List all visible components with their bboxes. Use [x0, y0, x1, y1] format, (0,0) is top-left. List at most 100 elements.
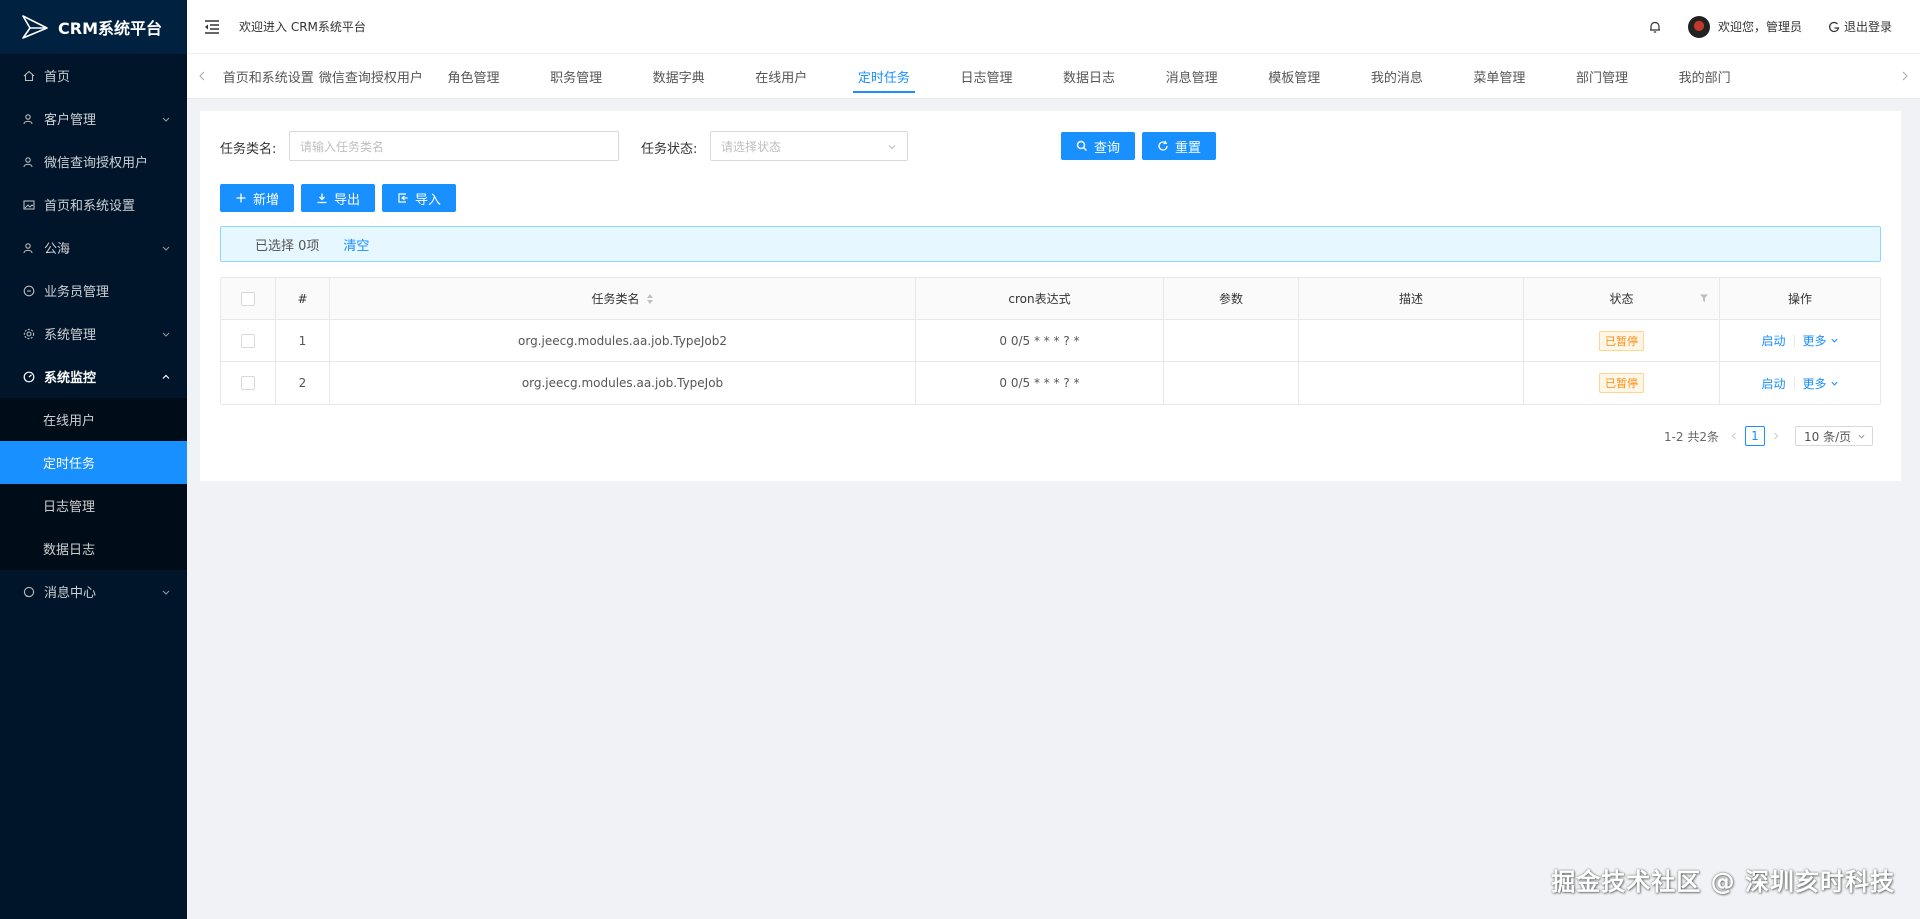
- tab-scroll-right[interactable]: [1890, 54, 1920, 99]
- row-select-cell: [221, 362, 276, 404]
- sidebar-item-system[interactable]: 系统管理: [0, 312, 187, 355]
- tab-item[interactable]: 首页和系统设置: [217, 54, 320, 99]
- tab-item[interactable]: 职务管理: [525, 54, 628, 99]
- content-card: 任务类名: 请输入任务类名 任务状态: 请选择状态 查询 重置 新增 导出 导入…: [200, 111, 1901, 481]
- watermark: 掘金技术社区 @ 深圳亥时科技: [1551, 868, 1895, 896]
- import-button[interactable]: 导入: [382, 184, 456, 212]
- row-params: [1164, 320, 1299, 361]
- col-header-params: 参数: [1164, 278, 1299, 319]
- row-actions: 启动 更多: [1720, 320, 1880, 361]
- row-status-cell: 已暂停: [1524, 320, 1720, 361]
- sidebar-item-label: 日志管理: [43, 500, 96, 515]
- logo-icon: [22, 15, 48, 39]
- col-header-label: 任务类名: [591, 292, 640, 306]
- col-header-label: 状态: [1609, 292, 1634, 306]
- task-name-input[interactable]: 请输入任务类名: [289, 131, 619, 161]
- filter-icon[interactable]: [1699, 293, 1709, 303]
- start-link[interactable]: 启动: [1761, 375, 1785, 392]
- row-select-cell: [221, 320, 276, 361]
- tab-item[interactable]: 菜单管理: [1448, 54, 1551, 99]
- clock-icon: [22, 284, 36, 298]
- sidebar-item-data-log[interactable]: 数据日志: [0, 527, 187, 570]
- tab-item[interactable]: 微信查询授权用户: [319, 54, 423, 99]
- chevron-down-icon: [1830, 338, 1838, 343]
- table-row: 1 org.jeecg.modules.aa.job.TypeJob2 0 0/5 …: [221, 320, 1880, 362]
- prev-page-icon[interactable]: [1729, 431, 1739, 441]
- tab-item[interactable]: 在线用户: [730, 54, 833, 99]
- sidebar-item-wechat-users[interactable]: 微信查询授权用户: [0, 140, 187, 183]
- row-index: 1: [276, 320, 330, 361]
- chevron-down-icon: [162, 590, 170, 595]
- sort-icon[interactable]: [646, 293, 654, 305]
- more-label: 更多: [1802, 376, 1827, 391]
- tab-item[interactable]: 我的部门: [1653, 54, 1756, 99]
- page-size-select[interactable]: 10 条/页: [1795, 426, 1873, 446]
- sidebar: CRM系统平台 首页 客户管理 微信查询授权用户 首页和系统设置 公海 业务员管…: [0, 0, 187, 919]
- chevron-down-icon: [162, 332, 170, 337]
- tab-item[interactable]: 日志管理: [935, 54, 1038, 99]
- tab-scroll-left[interactable]: [187, 54, 217, 99]
- reset-button[interactable]: 重置: [1142, 132, 1216, 160]
- clear-selection-link[interactable]: 清空: [343, 235, 369, 254]
- tab-item[interactable]: 我的消息: [1346, 54, 1449, 99]
- tab-item[interactable]: 定时任务: [833, 54, 936, 99]
- query-button[interactable]: 查询: [1061, 132, 1135, 160]
- tab-item[interactable]: 模板管理: [1243, 54, 1346, 99]
- action-divider: [1793, 334, 1795, 347]
- row-actions: 启动 更多: [1720, 362, 1880, 404]
- select-all-checkbox[interactable]: [241, 291, 255, 306]
- more-dropdown[interactable]: 更多: [1803, 332, 1839, 349]
- sidebar-item-salesman[interactable]: 业务员管理: [0, 269, 187, 312]
- task-status-select[interactable]: 请选择状态: [710, 131, 908, 161]
- row-checkbox[interactable]: [241, 376, 255, 390]
- status-badge: 已暂停: [1599, 373, 1644, 393]
- row-status-cell: 已暂停: [1524, 362, 1720, 404]
- sidebar-item-message-center[interactable]: 消息中心: [0, 570, 187, 613]
- sidebar-item-label: 在线用户: [43, 414, 96, 429]
- page-number-1[interactable]: 1: [1745, 426, 1765, 446]
- gear-icon: [22, 327, 36, 341]
- task-name-label: 任务类名:: [220, 142, 277, 157]
- logout-button[interactable]: 退出登录: [1828, 18, 1892, 35]
- header-right: 欢迎您，管理员 退出登录: [1648, 15, 1920, 38]
- sidebar-item-label: 公海: [44, 242, 71, 257]
- more-dropdown[interactable]: 更多: [1803, 375, 1839, 392]
- row-class-name: org.jeecg.modules.aa.job.TypeJob2: [330, 320, 916, 361]
- export-button[interactable]: 导出: [301, 184, 375, 212]
- bell-icon[interactable]: [1648, 20, 1662, 34]
- col-header-actions: 操作: [1787, 292, 1812, 306]
- row-desc: [1299, 320, 1524, 361]
- tab-item[interactable]: 数据字典: [627, 54, 730, 99]
- sidebar-item-home-settings[interactable]: 首页和系统设置: [0, 183, 187, 226]
- pagination-total: 1-2 共2条: [1663, 429, 1719, 444]
- chevron-down-icon: [888, 145, 896, 150]
- next-page-icon[interactable]: [1771, 431, 1781, 441]
- sidebar-item-scheduled-tasks[interactable]: 定时任务: [0, 441, 187, 484]
- logo[interactable]: CRM系统平台: [0, 0, 187, 54]
- task-status-label: 任务状态:: [641, 142, 698, 157]
- download-icon: [317, 193, 327, 204]
- sidebar-item-public-sea[interactable]: 公海: [0, 226, 187, 269]
- user-greeting[interactable]: 欢迎您，管理员: [1718, 18, 1802, 35]
- tab-item[interactable]: 部门管理: [1551, 54, 1654, 99]
- avatar[interactable]: [1687, 15, 1710, 38]
- col-header-class-name[interactable]: 任务类名: [330, 278, 916, 319]
- start-link[interactable]: 启动: [1761, 332, 1785, 349]
- sidebar-item-log-management[interactable]: 日志管理: [0, 484, 187, 527]
- row-checkbox[interactable]: [241, 333, 255, 348]
- sidebar-item-home[interactable]: 首页: [0, 54, 187, 97]
- query-label: 查询: [1093, 139, 1120, 155]
- more-label: 更多: [1802, 334, 1827, 348]
- task-table: # 任务类名 cron表达式 参数 描述 状态 操作 1 org.jeecg.mo…: [220, 277, 1881, 405]
- add-button[interactable]: 新增: [220, 184, 294, 212]
- tab-item[interactable]: 消息管理: [1140, 54, 1243, 99]
- tab-item[interactable]: 数据日志: [1038, 54, 1141, 99]
- sidebar-item-online-users[interactable]: 在线用户: [0, 398, 187, 441]
- menu-fold-icon[interactable]: [203, 18, 221, 36]
- sidebar-item-monitor[interactable]: 系统监控: [0, 355, 187, 398]
- sidebar-item-customer[interactable]: 客户管理: [0, 97, 187, 140]
- tab-item[interactable]: 角色管理: [422, 54, 525, 99]
- reset-label: 重置: [1174, 139, 1201, 155]
- row-index: 2: [276, 362, 330, 404]
- search-form: 任务类名: 请输入任务类名 任务状态: 请选择状态 查询 重置: [200, 131, 1901, 161]
